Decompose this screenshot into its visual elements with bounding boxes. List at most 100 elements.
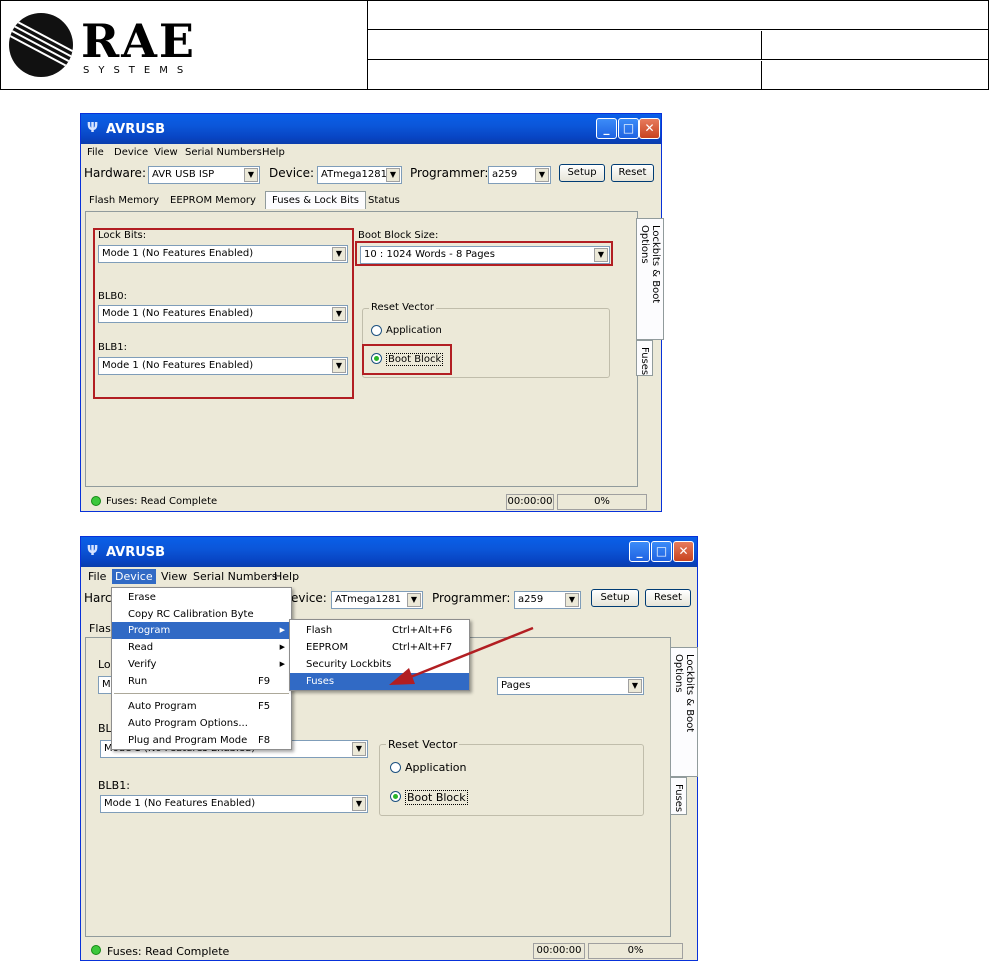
header-row-1 <box>368 1 989 30</box>
header-row-3 <box>368 61 989 90</box>
menu-item-label: Plug and Program Mode <box>128 735 248 746</box>
radio-boot-block-highlight <box>362 344 452 375</box>
minimize-button[interactable]: _ <box>596 118 617 139</box>
menu-item-label: Copy RC Calibration Byte <box>128 609 254 620</box>
menu-item-label: Fuses <box>306 676 335 687</box>
usb-app-icon: Ψ <box>87 121 99 136</box>
menu-item-auto-program-options[interactable]: Auto Program Options... <box>112 715 291 732</box>
blb1-label: BLB1: <box>98 779 130 792</box>
tab-eeprom-memory[interactable]: EEPROM Memory <box>170 195 256 206</box>
radio-application[interactable] <box>371 325 382 336</box>
maximize-button[interactable]: □ <box>651 541 672 562</box>
blb1-value: Mode 1 (No Features Enabled) <box>104 798 256 809</box>
chevron-right-icon: ▶ <box>279 643 285 651</box>
chevron-down-icon[interactable]: ▼ <box>244 168 258 182</box>
chevron-down-icon[interactable]: ▼ <box>386 168 400 182</box>
tab-status[interactable]: Status <box>368 195 400 206</box>
close-button[interactable]: ✕ <box>673 541 694 562</box>
menu-item-accel: F5 <box>258 701 271 712</box>
tab-flash-memory[interactable]: Flash Memory <box>89 195 159 206</box>
menu-item-run[interactable]: Run F9 <box>112 673 291 690</box>
logo-subtext: SYSTEMS <box>83 65 193 76</box>
reset-vector-label: Reset Vector <box>386 738 460 751</box>
menu-item-label: Flash <box>306 625 333 636</box>
hardware-value: AVR USB ISP <box>152 169 215 180</box>
setup-button[interactable]: Setup <box>591 589 639 607</box>
chevron-down-icon[interactable]: ▼ <box>407 593 421 607</box>
programmer-select[interactable]: a259 ▼ <box>514 591 581 609</box>
radio-application-label[interactable]: Application <box>405 761 466 774</box>
menu-item-program[interactable]: Program ▶ <box>112 622 291 639</box>
boot-block-highlight <box>355 241 613 266</box>
radio-application-label[interactable]: Application <box>386 325 442 336</box>
menu-separator <box>114 693 289 694</box>
menu-item-label: Auto Program <box>128 701 197 712</box>
radio-boot-block-label[interactable]: Boot Block <box>405 790 468 805</box>
hardware-select[interactable]: AVR USB ISP ▼ <box>148 166 260 184</box>
chevron-down-icon[interactable]: ▼ <box>352 797 366 811</box>
vtab-lockbits-boot-options[interactable]: Lockbits & Boot Options <box>636 218 664 340</box>
setup-button[interactable]: Setup <box>559 164 605 182</box>
menu-item-auto-program[interactable]: Auto Program F5 <box>112 698 291 715</box>
device-select[interactable]: ATmega1281 ▼ <box>331 591 423 609</box>
menu-help[interactable]: Help <box>262 147 285 158</box>
menu-item-label: Verify <box>128 659 157 670</box>
vtab-fuses[interactable]: Fuses <box>636 340 653 376</box>
vtab-fuses[interactable]: Fuses <box>670 777 687 815</box>
chevron-right-icon: ▶ <box>279 660 285 668</box>
menu-serial-numbers[interactable]: Serial Numbers <box>193 570 278 583</box>
device-label: Device: <box>269 166 315 180</box>
programmer-select[interactable]: a259 ▼ <box>488 166 551 184</box>
menu-item-verify[interactable]: Verify ▶ <box>112 656 291 673</box>
device-menu: Erase Copy RC Calibration Byte Program ▶… <box>111 587 292 750</box>
radio-application[interactable] <box>390 762 401 773</box>
minimize-button[interactable]: _ <box>629 541 650 562</box>
menu-device[interactable]: Device <box>114 147 148 158</box>
reset-button[interactable]: Reset <box>645 589 691 607</box>
reset-button[interactable]: Reset <box>611 164 654 182</box>
boot-block-size-label: Boot Block Size: <box>358 230 439 241</box>
status-text: Fuses: Read Complete <box>106 496 218 507</box>
menu-view[interactable]: View <box>161 570 187 583</box>
menu-file[interactable]: File <box>88 570 106 583</box>
tab-fuses-lock-bits[interactable]: Fuses & Lock Bits <box>265 191 367 209</box>
blb1-select[interactable]: Mode 1 (No Features Enabled) ▼ <box>100 795 368 813</box>
avrusb-window-device-menu: Ψ AVRUSB _ □ ✕ File Device View Serial N… <box>80 536 698 961</box>
annotation-arrow-icon <box>389 626 534 685</box>
chevron-down-icon[interactable]: ▼ <box>565 593 579 607</box>
menu-file[interactable]: File <box>87 147 104 158</box>
menu-help[interactable]: Help <box>274 570 299 583</box>
lock-bits-highlight <box>93 228 354 399</box>
status-bar: Fuses: Read Complete 00:00:00 0% <box>81 942 697 960</box>
maximize-button[interactable]: □ <box>618 118 639 139</box>
chevron-down-icon[interactable]: ▼ <box>535 168 549 182</box>
programmer-value: a259 <box>492 169 518 180</box>
vtab-lockbits-boot-options[interactable]: Lockbits & Boot Options <box>670 647 698 777</box>
logo-cell: RAE SYSTEMS <box>1 1 368 90</box>
close-button[interactable]: ✕ <box>639 118 660 139</box>
logo-text: RAE <box>81 14 196 68</box>
menu-item-erase[interactable]: Erase <box>112 589 291 606</box>
chevron-down-icon[interactable]: ▼ <box>628 679 642 693</box>
menu-item-label: Security Lockbits <box>306 659 392 670</box>
chevron-down-icon[interactable]: ▼ <box>352 742 366 756</box>
radio-boot-block[interactable] <box>390 791 401 802</box>
menu-item-plug-and-program[interactable]: Plug and Program Mode F8 <box>112 732 291 749</box>
menu-view[interactable]: View <box>154 147 178 158</box>
menu-device[interactable]: Device <box>112 569 156 584</box>
menu-item-label: Auto Program Options... <box>128 718 248 729</box>
header-row-2 <box>368 31 989 60</box>
status-led-icon <box>91 945 101 955</box>
title-bar[interactable]: Ψ AVRUSB _ □ ✕ <box>81 114 661 144</box>
menu-bar: File Device View Serial Numbers Help <box>81 567 697 588</box>
menu-bar: File Device View Serial Numbers Help <box>81 144 661 163</box>
reset-vector-label: Reset Vector <box>369 302 436 313</box>
menu-item-copy-rc-calibration[interactable]: Copy RC Calibration Byte <box>112 606 291 623</box>
programmer-label: Programmer: <box>432 591 511 605</box>
title-bar[interactable]: Ψ AVRUSB _ □ ✕ <box>81 537 697 567</box>
menu-item-read[interactable]: Read ▶ <box>112 639 291 656</box>
menu-item-label: Read <box>128 642 154 653</box>
hardware-label-partial: Harc <box>84 591 112 605</box>
device-select[interactable]: ATmega1281 ▼ <box>317 166 402 184</box>
menu-serial-numbers[interactable]: Serial Numbers <box>185 147 262 158</box>
